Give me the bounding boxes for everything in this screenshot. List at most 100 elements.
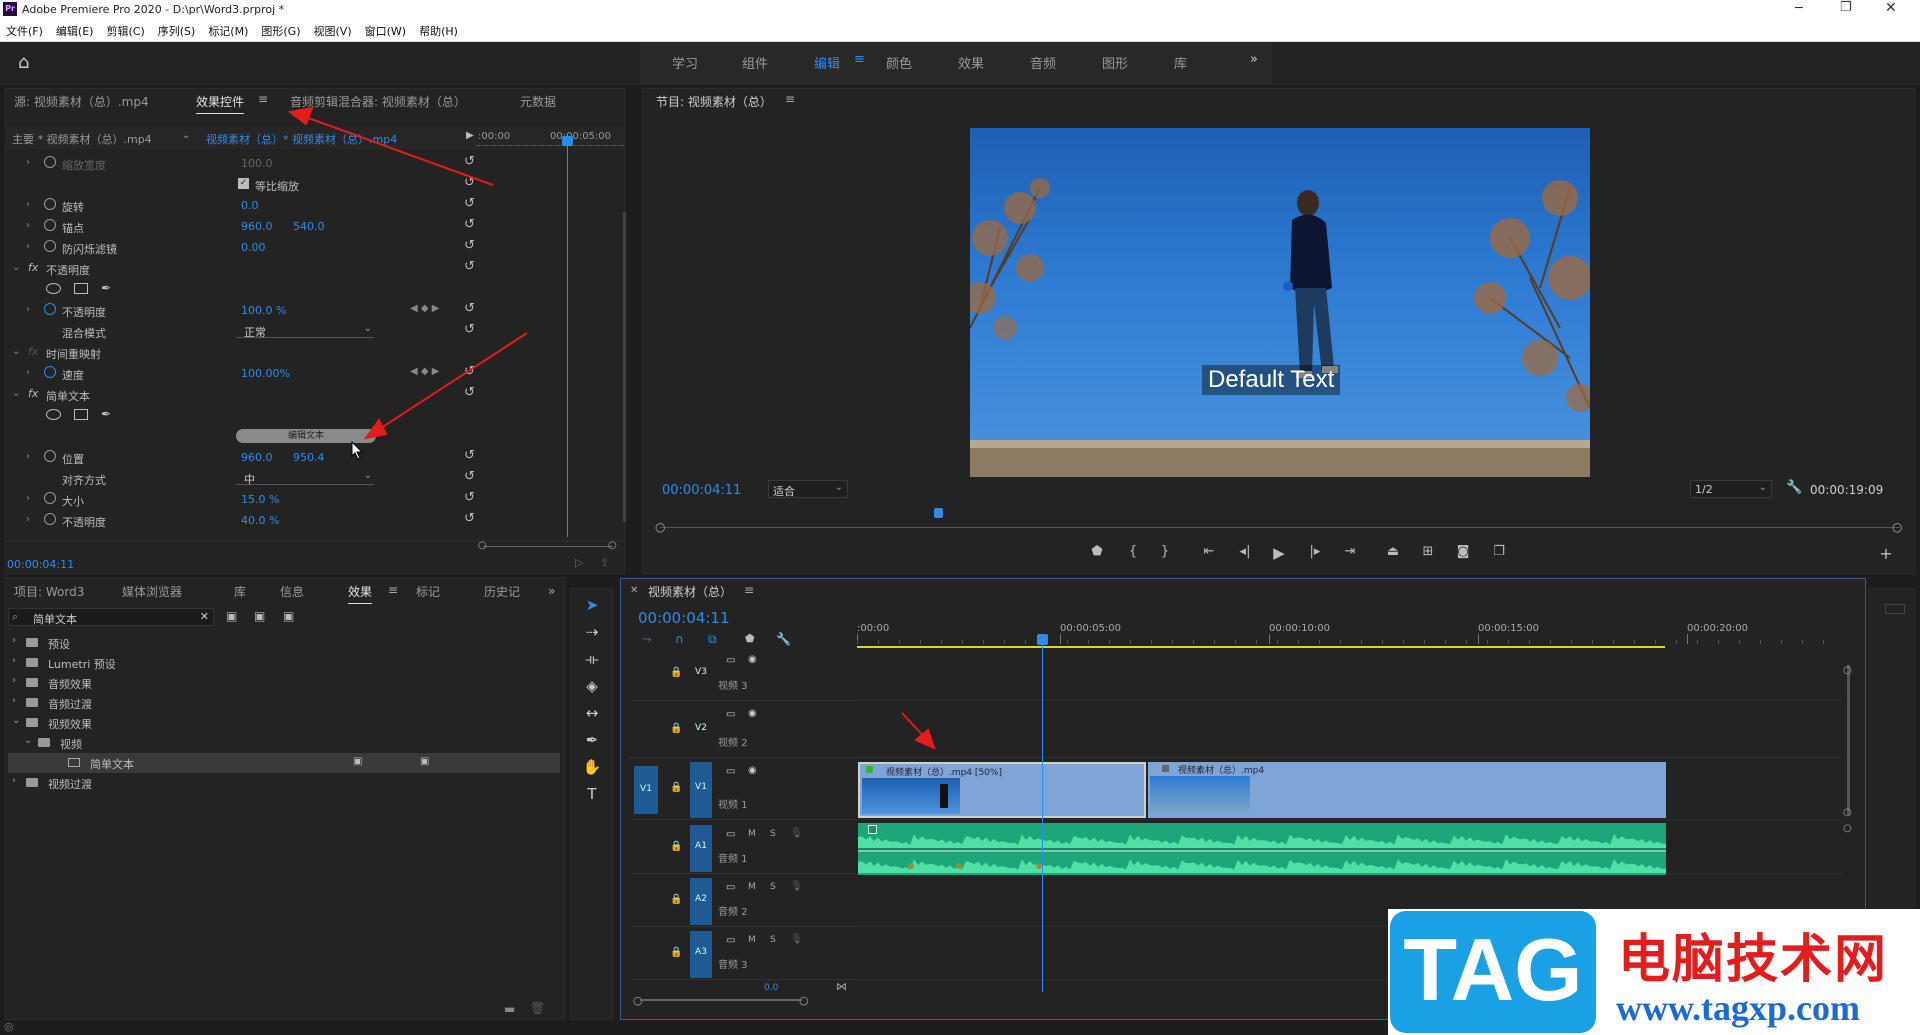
timeline-playhead-head-icon[interactable] — [1037, 634, 1048, 645]
tree-item[interactable]: › 音频效果 — [8, 673, 560, 693]
mic-icon[interactable]: 🎙 — [790, 881, 803, 892]
stopwatch-icon[interactable] — [44, 366, 56, 378]
stopwatch-icon[interactable] — [44, 450, 56, 462]
tree-item[interactable]: › 视频过渡 — [8, 773, 560, 793]
video-frame[interactable]: Default Text — [970, 128, 1590, 477]
reset-icon[interactable]: ↺ — [464, 175, 475, 190]
checkbox-icon[interactable]: ✓ — [238, 178, 249, 189]
compare-icon[interactable]: ❐ — [1490, 544, 1508, 562]
track-target[interactable]: V1 — [690, 762, 712, 818]
track-output-icon[interactable]: ▭ — [726, 882, 735, 893]
timeline-hscroll[interactable] — [640, 999, 802, 1001]
timeline-ruler[interactable]: :00:00 00:00:05:00 00:00:10:00 00:00:15:00 0… — [857, 620, 1842, 646]
keyframe-nav-icon[interactable]: ◀ ◆ ▶ — [410, 303, 439, 314]
step-back-icon[interactable]: ◂| — [1236, 544, 1254, 562]
go-to-out-icon[interactable]: ⇥ — [1341, 544, 1359, 562]
property-value[interactable]: 960.0 — [241, 451, 273, 464]
chevron-right-icon[interactable]: › — [26, 220, 30, 231]
keyframe-nav-icon[interactable]: ◀ ◆ ▶ — [410, 366, 439, 377]
overlay-text[interactable]: Default Text — [1202, 365, 1341, 395]
eye-icon[interactable]: ◉ — [748, 765, 757, 776]
magnet-icon[interactable]: ∩ — [675, 632, 684, 646]
video-clip-2[interactable]: 视频素材（总）.mp4 — [1148, 762, 1666, 818]
menu-item[interactable]: 图形(G) — [261, 23, 300, 39]
selection-tool-icon[interactable]: ➤ — [582, 596, 602, 616]
delete-icon[interactable]: 🗑 — [530, 1001, 545, 1015]
stopwatch-icon[interactable] — [44, 156, 56, 168]
lock-icon[interactable]: 🔒 — [670, 894, 682, 905]
yuv-effects-icon[interactable]: ▣ — [283, 609, 294, 623]
chevron-right-icon[interactable]: › — [12, 695, 16, 706]
timeline-title[interactable]: 视频素材（总） — [648, 583, 732, 600]
track-lane[interactable] — [857, 703, 1842, 758]
more-workspaces-icon[interactable]: » — [1250, 52, 1258, 67]
pen-mask-icon[interactable]: ✒ — [101, 407, 111, 421]
tree-item[interactable]: › 预设 — [8, 633, 560, 653]
pen-icon[interactable]: ✒ — [582, 731, 602, 751]
program-menu-icon[interactable]: ≡ — [785, 92, 795, 106]
stopwatch-icon[interactable] — [44, 303, 56, 315]
panel-tab[interactable]: 项目: Word3 — [14, 583, 84, 600]
zoom-handle-right-icon[interactable]: ○ — [608, 540, 617, 551]
workspace-tab[interactable]: 颜色 — [886, 53, 912, 72]
property-value[interactable]: 40.0 % — [241, 514, 279, 527]
property-value[interactable]: 100.00% — [241, 367, 290, 380]
mark-out-icon[interactable]: } — [1156, 544, 1174, 562]
panel-tab[interactable]: 信息 — [280, 583, 304, 600]
lock-icon[interactable]: 🔒 — [670, 841, 682, 852]
rect-mask-icon[interactable] — [74, 283, 88, 294]
timeline-vscroll[interactable] — [1847, 665, 1850, 815]
workspace-menu-icon[interactable]: ≡ — [854, 52, 865, 67]
scrub-start-icon[interactable]: ○ — [655, 520, 665, 534]
workspace-tab[interactable]: 音频 — [1030, 53, 1056, 72]
mute-button[interactable]: M — [748, 935, 756, 945]
ripple-edit-icon[interactable]: ⟛ — [582, 650, 602, 670]
vscroll-handle-icon[interactable]: ○ — [1843, 665, 1852, 676]
chevron-down-icon[interactable]: ⌄ — [12, 388, 20, 399]
chevron-right-icon[interactable]: › — [26, 241, 30, 252]
track-header[interactable]: 🔒 A1 ▭ M S 🎙 音频 1 — [630, 823, 856, 874]
track-output-icon[interactable]: ▭ — [726, 935, 735, 946]
menu-item[interactable]: 标记(M) — [208, 23, 248, 39]
wrench-icon[interactable]: 🔧 — [1786, 480, 1802, 495]
reset-icon[interactable]: ↺ — [464, 511, 475, 526]
audio-clip[interactable] — [858, 823, 1666, 875]
tree-item[interactable]: 简单文本 ▣ ▣ — [8, 753, 560, 773]
menu-item[interactable]: 窗口(W) — [365, 23, 406, 39]
source-patch[interactable]: V1 — [634, 766, 658, 814]
chevron-down-icon[interactable]: ⌄ — [12, 715, 20, 726]
keyframe-icon[interactable] — [908, 863, 914, 869]
chevron-right-icon[interactable]: › — [26, 514, 30, 525]
solo-button[interactable]: S — [770, 935, 776, 945]
chevron-right-icon[interactable]: › — [12, 635, 16, 646]
stopwatch-icon[interactable] — [44, 198, 56, 210]
panel-tab[interactable]: 历史记 — [484, 583, 520, 600]
tree-item[interactable]: ⌄ 视频效果 — [8, 713, 560, 733]
razor-icon[interactable]: ◈ — [582, 677, 602, 697]
close-sequence-icon[interactable]: ✕ — [630, 585, 638, 596]
track-output-icon[interactable]: ▭ — [726, 829, 735, 840]
reset-icon[interactable]: ↺ — [464, 259, 475, 274]
track-lane[interactable] — [857, 649, 1842, 701]
track-header[interactable]: 🔒 A2 ▭ M S 🎙 音频 2 — [630, 876, 856, 927]
extract-icon[interactable]: ⊞ — [1419, 544, 1437, 562]
new-bin-icon[interactable]: ▬ — [504, 1002, 515, 1016]
chevron-down-icon[interactable]: ⌄ — [12, 346, 20, 357]
program-scrub-ruler[interactable] — [660, 512, 1900, 528]
panel-tab[interactable]: 源: 视频素材（总）.mp4 — [14, 93, 149, 110]
rect-mask-icon[interactable] — [74, 409, 88, 420]
scrub-end-icon[interactable]: ○ — [1892, 520, 1902, 534]
menu-item[interactable]: 编辑(E) — [56, 23, 94, 39]
menu-item[interactable]: 帮助(H) — [419, 23, 458, 39]
zoom-handle-left-icon[interactable]: ○ — [478, 540, 487, 551]
tree-item[interactable]: › Lumetri 预设 — [8, 653, 560, 673]
chevron-right-icon[interactable]: › — [12, 775, 16, 786]
tree-item[interactable]: ⌄ 视频 — [8, 733, 560, 753]
solo-button[interactable]: S — [770, 882, 776, 892]
lift-icon[interactable]: ⏏ — [1384, 544, 1402, 562]
solo-button[interactable]: S — [770, 829, 776, 839]
add-marker-icon[interactable]: ⬟ — [1088, 544, 1106, 562]
panel-menu-icon[interactable]: ≡ — [258, 92, 268, 106]
lock-icon[interactable]: 🔒 — [670, 723, 682, 734]
property-select[interactable]: 中 ⌄ — [236, 470, 374, 486]
